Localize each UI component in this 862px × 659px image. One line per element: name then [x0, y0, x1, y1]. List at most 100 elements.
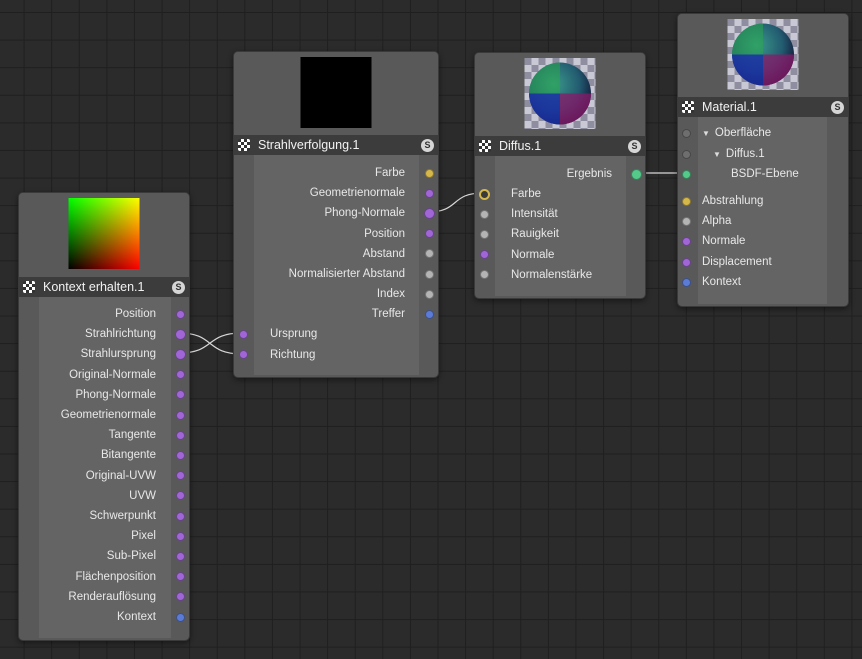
port-socket[interactable]	[630, 168, 642, 180]
expand-arrow-icon[interactable]: ▼	[713, 150, 721, 159]
output-port-abstand[interactable]: Abstand	[234, 244, 405, 264]
port-socket[interactable]	[424, 168, 434, 178]
output-port-normalisierter-abstand[interactable]: Normalisierter Abstand	[234, 264, 405, 284]
output-port-phong-normale[interactable]: Phong-Normale	[19, 385, 156, 405]
output-port-position[interactable]: Position	[19, 304, 156, 324]
output-port-tangente[interactable]: Tangente	[19, 425, 156, 445]
port-socket[interactable]	[175, 531, 185, 541]
port-socket[interactable]	[479, 270, 489, 280]
port-socket[interactable]	[423, 207, 435, 219]
port-socket[interactable]	[238, 350, 248, 360]
node-kontext-erhalten[interactable]: Kontext erhalten.1 S Position Strahlricht…	[18, 192, 190, 641]
port-socket[interactable]	[424, 188, 434, 198]
input-port-intensität[interactable]: Intensität	[511, 204, 558, 224]
output-port-flächenposition[interactable]: Flächenposition	[19, 567, 156, 587]
port-socket[interactable]	[175, 551, 185, 561]
port-socket[interactable]	[175, 491, 185, 501]
input-port-alpha[interactable]: Alpha	[702, 211, 731, 231]
output-port-schwerpunkt[interactable]: Schwerpunkt	[19, 506, 156, 526]
input-port-rauigkeit[interactable]: Rauigkeit	[511, 224, 559, 244]
port-socket[interactable]	[479, 229, 489, 239]
port-socket[interactable]	[175, 410, 185, 420]
solo-button[interactable]: S	[831, 100, 844, 114]
node-titlebar[interactable]: Diffus.1 S	[475, 136, 645, 156]
solo-button[interactable]: S	[628, 139, 641, 153]
input-port-oberfläche[interactable]: ▼ Oberfläche	[702, 123, 771, 143]
input-port-kontext[interactable]: Kontext	[702, 272, 741, 292]
port-socket[interactable]	[424, 249, 434, 259]
output-port-sub-pixel[interactable]: Sub-Pixel	[19, 546, 156, 566]
port-socket[interactable]	[424, 229, 434, 239]
input-port-richtung[interactable]: Richtung	[270, 345, 315, 365]
port-socket[interactable]	[424, 309, 434, 319]
port-socket[interactable]	[238, 329, 248, 339]
input-port-ursprung[interactable]: Ursprung	[270, 324, 317, 344]
port-socket[interactable]	[175, 430, 185, 440]
output-port-bitangente[interactable]: Bitangente	[19, 445, 156, 465]
output-port-ergebnis[interactable]: Ergebnis	[475, 164, 612, 184]
port-socket[interactable]	[175, 511, 185, 521]
port-socket[interactable]	[174, 348, 186, 360]
port-socket[interactable]	[424, 269, 434, 279]
port-socket[interactable]	[681, 257, 691, 267]
port-socket[interactable]	[424, 289, 434, 299]
port-label: Pixel	[131, 530, 156, 543]
output-port-strahlursprung[interactable]: Strahlursprung	[19, 344, 156, 364]
port-socket[interactable]	[681, 149, 691, 159]
input-port-abstrahlung[interactable]: Abstrahlung	[702, 191, 763, 211]
port-socket[interactable]	[174, 328, 186, 340]
port-label: Tangente	[108, 429, 156, 442]
solo-button[interactable]: S	[172, 280, 185, 294]
output-port-original-uvw[interactable]: Original-UVW	[19, 466, 156, 486]
node-diffus[interactable]: Diffus.1 S Ergebnis Farbe Intensität Rauigk…	[474, 52, 646, 299]
output-port-geometrienormale[interactable]: Geometrienormale	[234, 183, 405, 203]
port-label: Ergebnis	[566, 168, 612, 180]
port-socket[interactable]	[478, 188, 490, 200]
output-port-renderauflösung[interactable]: Renderauflösung	[19, 587, 156, 607]
port-socket[interactable]	[175, 309, 185, 319]
output-port-farbe[interactable]: Farbe	[234, 163, 405, 183]
port-socket[interactable]	[681, 128, 691, 138]
port-label: Abstand	[362, 247, 405, 260]
output-port-kontext[interactable]: Kontext	[19, 607, 156, 627]
input-port-normale[interactable]: Normale	[511, 245, 554, 265]
port-label: Bitangente	[101, 449, 156, 462]
input-port-displacement[interactable]: Displacement	[702, 252, 772, 272]
port-socket[interactable]	[681, 236, 691, 246]
node-titlebar[interactable]: Strahlverfolgung.1 S	[234, 135, 438, 155]
node-strahlverfolgung[interactable]: Strahlverfolgung.1 S Farbe Geometrienorma…	[233, 51, 439, 378]
port-socket[interactable]	[175, 592, 185, 602]
output-port-pixel[interactable]: Pixel	[19, 526, 156, 546]
input-port-bsdf-ebene[interactable]: BSDF-Ebene	[731, 164, 799, 184]
port-socket[interactable]	[681, 169, 691, 179]
port-socket[interactable]	[479, 250, 489, 260]
output-port-uvw[interactable]: UVW	[19, 486, 156, 506]
port-socket[interactable]	[681, 277, 691, 287]
input-port-diffus-1[interactable]: ▼ Diffus.1	[713, 144, 765, 164]
output-port-treffer[interactable]: Treffer	[234, 304, 405, 324]
port-socket[interactable]	[681, 216, 691, 226]
node-titlebar[interactable]: Material.1 S	[678, 97, 848, 117]
port-socket[interactable]	[175, 370, 185, 380]
output-port-geometrienormale[interactable]: Geometrienormale	[19, 405, 156, 425]
port-socket[interactable]	[175, 612, 185, 622]
output-port-strahlrichtung[interactable]: Strahlrichtung	[19, 324, 156, 344]
node-material[interactable]: Material.1 S ▼ Oberfläche ▼ Diffus.1 BSDF-Eb…	[677, 13, 849, 307]
input-port-normale[interactable]: Normale	[702, 231, 745, 251]
output-port-index[interactable]: Index	[234, 284, 405, 304]
port-socket[interactable]	[175, 572, 185, 582]
input-port-normalenstärke[interactable]: Normalenstärke	[511, 265, 592, 285]
input-port-farbe[interactable]: Farbe	[511, 184, 541, 204]
port-socket[interactable]	[681, 196, 691, 206]
port-label: Strahlrichtung	[85, 328, 156, 341]
output-port-original-normale[interactable]: Original-Normale	[19, 365, 156, 385]
port-socket[interactable]	[175, 450, 185, 460]
solo-button[interactable]: S	[421, 138, 434, 152]
output-port-position[interactable]: Position	[234, 224, 405, 244]
output-port-phong-normale[interactable]: Phong-Normale	[234, 203, 405, 223]
node-titlebar[interactable]: Kontext erhalten.1 S	[19, 277, 189, 297]
port-socket[interactable]	[175, 390, 185, 400]
port-socket[interactable]	[175, 471, 185, 481]
expand-arrow-icon[interactable]: ▼	[702, 129, 710, 138]
port-socket[interactable]	[479, 209, 489, 219]
